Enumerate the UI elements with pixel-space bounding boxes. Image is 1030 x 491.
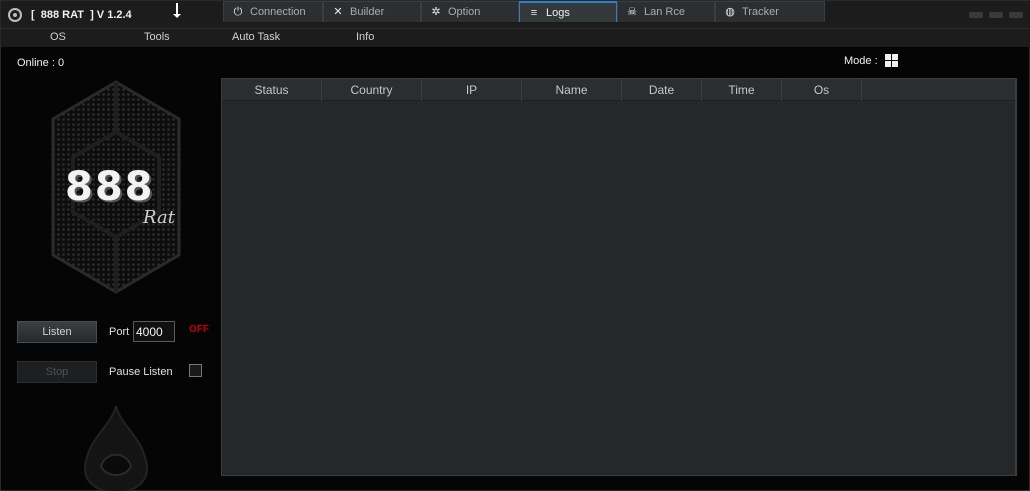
pause-listen-label: Pause Listen bbox=[109, 366, 173, 378]
panel-edge bbox=[1016, 78, 1017, 476]
logs-table-header: Status Country IP Name Date Time Os bbox=[222, 79, 1015, 101]
port-input[interactable] bbox=[133, 321, 175, 342]
stop-button[interactable]: Stop bbox=[17, 361, 97, 383]
pause-listen-checkbox[interactable] bbox=[189, 364, 202, 377]
menu-item-auto-task[interactable]: Auto Task bbox=[232, 31, 280, 43]
listen-status-badge: OFF bbox=[189, 324, 209, 335]
close-button[interactable] bbox=[1009, 12, 1023, 18]
column-os[interactable]: Os bbox=[782, 79, 862, 101]
tab-connection-label: Connection bbox=[250, 6, 306, 18]
logs-panel: Status Country IP Name Date Time Os bbox=[221, 78, 1016, 476]
column-ip[interactable]: IP bbox=[422, 79, 522, 101]
column-date[interactable]: Date bbox=[622, 79, 702, 101]
tab-builder-label: Builder bbox=[350, 6, 385, 18]
port-label: Port bbox=[109, 326, 130, 338]
mode-label: Mode : bbox=[844, 55, 878, 67]
tab-logs[interactable]: ≡ Logs bbox=[519, 1, 617, 22]
tab-lan-rce-label: Lan Rce bbox=[644, 6, 685, 18]
menu-item-os[interactable]: OS bbox=[50, 31, 66, 43]
maximize-button[interactable] bbox=[989, 12, 1003, 18]
main-window: [ 888 RAT ] V 1.2.4 OS Tools Auto Task I… bbox=[0, 0, 1030, 491]
online-count: Online : 0 bbox=[17, 57, 65, 69]
gear-icon: ✲ bbox=[431, 6, 441, 18]
app-icon[interactable] bbox=[8, 8, 22, 22]
tab-logs-label: Logs bbox=[546, 6, 570, 19]
menu-item-tools[interactable]: Tools bbox=[144, 31, 170, 43]
logo-rat-text: Rat bbox=[143, 207, 175, 228]
document-icon: ≡ bbox=[530, 6, 538, 19]
skull-icon: ☠ bbox=[627, 6, 637, 18]
globe-icon: ◍ bbox=[725, 6, 735, 18]
window-controls bbox=[969, 12, 1023, 18]
tab-connection[interactable]: ⏻ Connection bbox=[223, 1, 323, 22]
menu-bar: OS Tools Auto Task Info bbox=[1, 29, 1030, 47]
windows-logo-icon[interactable] bbox=[885, 54, 899, 68]
column-status[interactable]: Status bbox=[222, 79, 322, 101]
tribal-emblem-icon bbox=[84, 406, 148, 491]
menu-item-info[interactable]: Info bbox=[356, 31, 374, 43]
column-time[interactable]: Time bbox=[702, 79, 782, 101]
tab-builder[interactable]: ✕ Builder bbox=[323, 1, 421, 22]
listen-button[interactable]: Listen bbox=[17, 321, 97, 343]
tab-tracker-label: Tracker bbox=[742, 6, 779, 18]
tab-option-label: Option bbox=[448, 6, 481, 18]
mouse-cursor-icon bbox=[173, 3, 181, 18]
logo-888-text: 888 bbox=[65, 164, 155, 210]
column-name[interactable]: Name bbox=[522, 79, 622, 101]
window-title: [ 888 RAT ] V 1.2.4 bbox=[31, 9, 132, 21]
tab-tracker[interactable]: ◍ Tracker bbox=[715, 1, 825, 22]
minimize-button[interactable] bbox=[969, 12, 983, 18]
column-country[interactable]: Country bbox=[322, 79, 422, 101]
plug-icon: ⏻ bbox=[233, 6, 243, 18]
tab-lan-rce[interactable]: ☠ Lan Rce bbox=[617, 1, 715, 22]
tab-option[interactable]: ✲ Option bbox=[421, 1, 519, 22]
tools-icon: ✕ bbox=[333, 6, 343, 18]
